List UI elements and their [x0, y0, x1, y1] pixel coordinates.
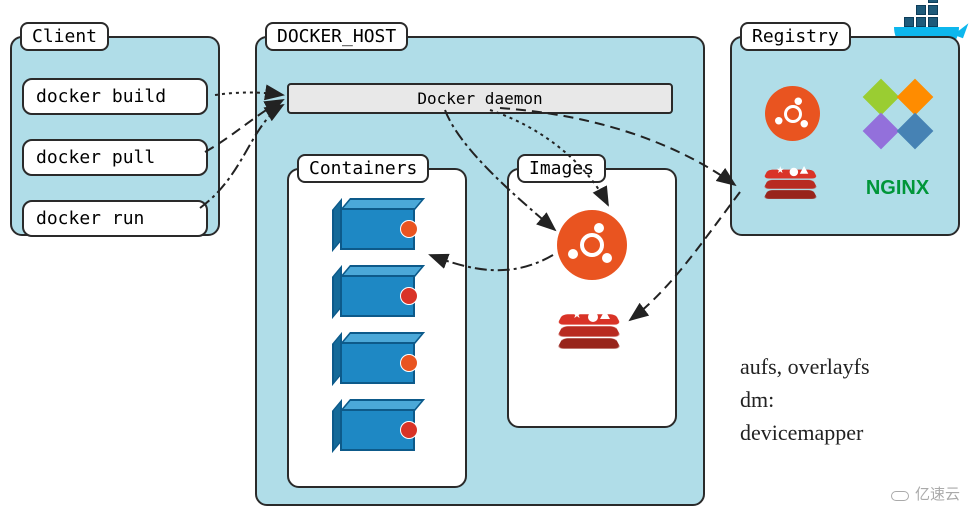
containers-label: Containers — [297, 154, 429, 183]
cloud-icon — [891, 487, 911, 501]
registry-centos-icon — [868, 84, 928, 144]
cmd-docker-pull: docker pull — [22, 139, 208, 176]
cmd-docker-run: docker run — [22, 200, 208, 237]
ubuntu-icon — [400, 220, 418, 238]
cmd-docker-build: docker build — [22, 78, 208, 115]
ubuntu-icon — [400, 354, 418, 372]
docker-host-panel: DOCKER_HOST Docker daemon Containers — [255, 36, 705, 506]
watermark: 亿速云 — [891, 483, 960, 504]
storage-driver-notes: aufs, overlayfs dm: devicemapper — [740, 350, 870, 449]
redis-icon — [400, 287, 418, 305]
host-label: DOCKER_HOST — [265, 22, 408, 51]
registry-redis-icon: ★ — [765, 166, 819, 212]
note-line: dm: — [740, 383, 870, 416]
registry-ubuntu-icon — [765, 86, 820, 141]
client-label: Client — [20, 22, 109, 51]
registry-panel: Registry ★ NGINX — [730, 36, 960, 236]
ubuntu-image-icon — [557, 210, 627, 280]
registry-label: Registry — [740, 22, 851, 51]
container-item — [332, 267, 422, 322]
container-item — [332, 200, 422, 255]
images-label: Images — [517, 154, 606, 183]
client-panel: Client docker build docker pull docker r… — [10, 36, 220, 236]
docker-daemon-box: Docker daemon — [287, 83, 673, 114]
registry-nginx-icon: NGINX — [866, 177, 929, 200]
watermark-text: 亿速云 — [915, 483, 960, 504]
container-item — [332, 334, 422, 389]
note-line: aufs, overlayfs — [740, 350, 870, 383]
note-line: devicemapper — [740, 416, 870, 449]
images-panel: Images ★ — [507, 168, 677, 428]
redis-icon — [400, 421, 418, 439]
container-item — [332, 401, 422, 456]
containers-panel: Containers — [287, 168, 467, 488]
redis-image-icon: ★ — [560, 310, 624, 364]
